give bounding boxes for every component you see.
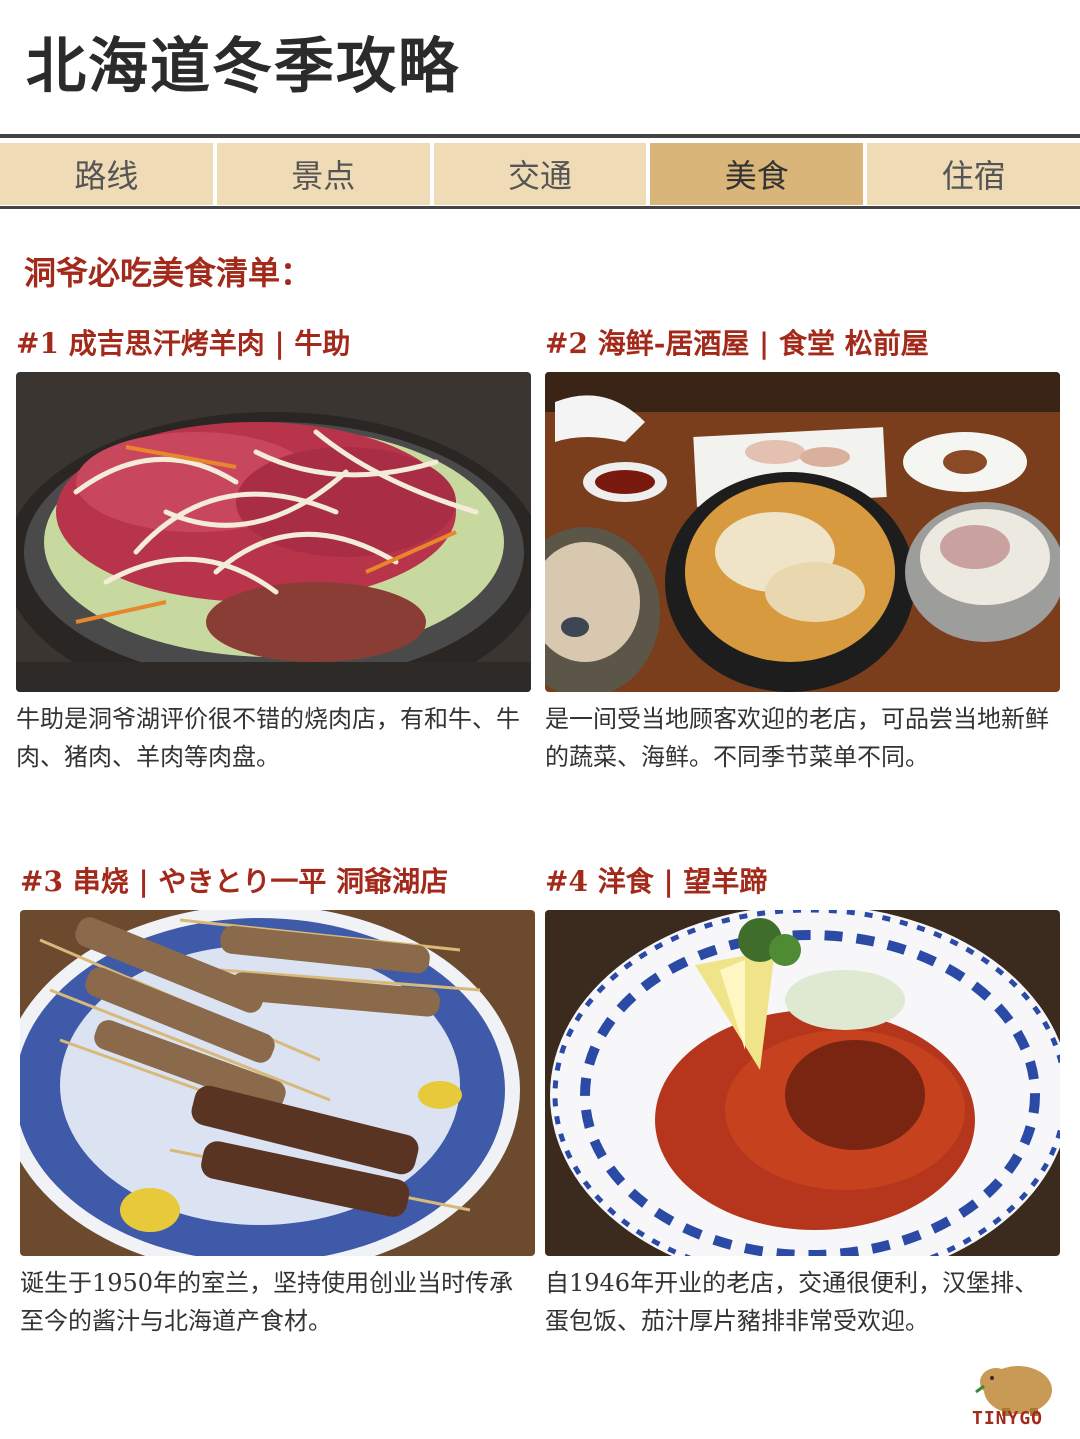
- card-description: 是一间受当地顾客欢迎的老店，可品尝当地新鲜的蔬菜、海鲜。不同季节菜单不同。: [545, 705, 1049, 771]
- food-card-4: #4 洋食 | 望羊蹄 自1946年开业的老店，交通很便利，汉堡排、蛋包饭、茄汁…: [545, 862, 1060, 1340]
- seafood-set-photo: [545, 372, 1060, 692]
- food-card-3: #3 串烧 | やきとり一平 洞爺湖店 诞生于1950年的室兰，坚持使用创业当时…: [20, 862, 535, 1340]
- card-title: #4 洋食 | 望羊蹄: [545, 865, 768, 898]
- lamb-bbq-photo: [16, 372, 531, 692]
- yakitori-photo: [20, 910, 535, 1256]
- tab-bar: 路线 景点 交通 美食 住宿: [0, 143, 1080, 205]
- hamburg-steak-photo: [545, 910, 1060, 1256]
- card-description: 自1946年开业的老店，交通很便利，汉堡排、蛋包饭、茄汁厚片豬排非常受欢迎。: [545, 1269, 1039, 1335]
- tab-sights[interactable]: 景点: [216, 143, 430, 205]
- card-title: #2 海鲜-居酒屋 | 食堂 松前屋: [545, 327, 929, 360]
- tab-transport[interactable]: 交通: [433, 143, 647, 205]
- tab-route[interactable]: 路线: [0, 143, 213, 205]
- section-heading: 洞爷必吃美食清单：: [24, 254, 313, 292]
- food-card-1: #1 成吉思汗烤羊肉 | 牛助 牛助是洞爷湖评价很不错的烧肉店，有和牛、牛肉、猪…: [16, 324, 531, 776]
- tab-lodging[interactable]: 住宿: [867, 143, 1080, 205]
- tab-divider: [0, 206, 1080, 209]
- card-description: 牛助是洞爷湖评价很不错的烧肉店，有和牛、牛肉、猪肉、羊肉等肉盘。: [16, 705, 520, 771]
- card-description: 诞生于1950年的室兰，坚持使用创业当时传承至今的酱汁与北海道产食材。: [20, 1269, 514, 1335]
- title-divider: [0, 134, 1080, 138]
- card-title: #1 成吉思汗烤羊肉 | 牛助: [16, 327, 351, 360]
- tab-food[interactable]: 美食: [650, 143, 864, 205]
- logo-text: TINYGO: [972, 1408, 1044, 1429]
- page-title: 北海道冬季攻略: [26, 32, 460, 102]
- card-title: #3 串烧 | やきとり一平 洞爺湖店: [20, 865, 449, 898]
- food-card-2: #2 海鲜-居酒屋 | 食堂 松前屋 是一间受当地顾客欢迎的老店，可品尝当地新鲜…: [545, 324, 1060, 776]
